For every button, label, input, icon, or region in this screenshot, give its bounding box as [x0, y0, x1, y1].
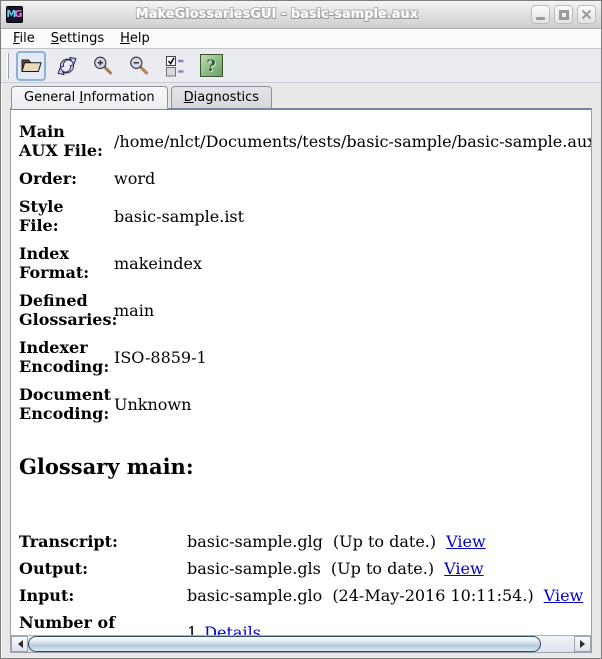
file-name: basic-sample.glg — [187, 532, 323, 551]
file-status: (Up to date.) — [330, 559, 435, 578]
open-file-icon — [21, 59, 42, 72]
field-value: Unknown — [114, 394, 192, 414]
toolbar: ? — [1, 49, 601, 83]
glossary-row-entries: Number of Entries: 1 Details — [19, 613, 585, 635]
field-value: ISO-8859-1 — [114, 347, 207, 367]
field-label: Order: — [19, 169, 78, 188]
titlebar[interactable]: M G MakeGlossariesGUI - basic-sample.aux — [1, 1, 601, 29]
menu-help[interactable]: Help — [114, 30, 156, 47]
toggle-options-icon — [166, 55, 184, 76]
tab-bar: General Information Diagnostics — [1, 83, 601, 109]
field-label: Style File: — [19, 197, 64, 235]
window-controls — [531, 5, 596, 24]
field-label: Indexer Encoding: — [19, 338, 110, 376]
field-label: Number of Entries: — [19, 613, 116, 635]
horizontal-scrollbar — [11, 635, 591, 652]
file-name: basic-sample.gls — [187, 559, 321, 578]
field-label: Output: — [19, 559, 89, 578]
glossary-row-output: Output: basic-sample.gls (Up to date.) V… — [19, 559, 585, 578]
scrollbar-thumb[interactable] — [28, 636, 542, 652]
document-view: Main AUX File: /home/nlct/Documents/test… — [11, 110, 591, 635]
tab-diagnostics[interactable]: Diagnostics — [170, 86, 273, 108]
help-icon: ? — [199, 54, 223, 77]
tab-general-information[interactable]: General Information — [11, 86, 168, 109]
minimize-button[interactable] — [531, 5, 550, 24]
scrollbar-track[interactable] — [28, 636, 574, 652]
close-icon — [582, 10, 591, 19]
field-label: Index Format: — [19, 244, 90, 282]
info-row-index-format: Index Format: makeindex — [19, 244, 585, 282]
info-row-main-aux-file: Main AUX File: /home/nlct/Documents/test… — [19, 122, 591, 160]
app-window: M G MakeGlossariesGUI - basic-sample.aux… — [0, 0, 602, 659]
field-label: Input: — [19, 586, 75, 605]
arrow-left-icon — [14, 640, 23, 648]
scroll-right-button[interactable] — [574, 636, 591, 652]
file-status: (24-May-2016 10:11:54.) — [332, 586, 534, 605]
field-label: Document Encoding: — [19, 385, 112, 423]
maximize-icon — [558, 9, 569, 20]
glossary-heading: Glossary main: — [19, 454, 194, 479]
field-value: main — [114, 300, 155, 320]
zoom-in-button[interactable] — [88, 51, 118, 81]
maximize-button[interactable] — [554, 5, 573, 24]
info-row-order: Order: word — [19, 169, 585, 188]
app-logo-letter-g: G — [14, 8, 22, 20]
menu-file[interactable]: File — [7, 30, 41, 47]
reload-button[interactable] — [52, 51, 82, 81]
field-value: word — [114, 169, 156, 188]
app-logo-letter-m: M — [6, 8, 16, 20]
info-row-document-encoding: Document Encoding: Unknown — [19, 385, 585, 423]
entries-count: 1 — [187, 622, 198, 636]
file-status: (Up to date.) — [332, 532, 437, 551]
scroll-left-button[interactable] — [11, 636, 28, 652]
glossary-row-transcript: Transcript: basic-sample.glg (Up to date… — [19, 532, 585, 551]
view-transcript-link[interactable]: View — [446, 532, 486, 551]
field-value: basic-sample.ist — [114, 206, 245, 226]
zoom-in-icon — [94, 56, 113, 75]
glossary-row-input: Input: basic-sample.glo (24-May-2016 10:… — [19, 586, 585, 605]
zoom-out-icon — [130, 56, 149, 75]
zoom-out-button[interactable] — [124, 51, 154, 81]
field-label: Defined Glossaries: — [19, 291, 118, 329]
view-input-link[interactable]: View — [544, 586, 584, 605]
help-button[interactable]: ? — [196, 51, 226, 81]
open-file-button[interactable] — [16, 50, 46, 81]
field-value: makeindex — [114, 253, 203, 273]
info-row-style-file: Style File: basic-sample.ist — [19, 197, 585, 235]
info-row-indexer-encoding: Indexer Encoding: ISO-8859-1 — [19, 338, 585, 376]
reload-icon — [57, 56, 77, 75]
window-title: MakeGlossariesGUI - basic-sample.aux — [135, 7, 419, 22]
field-label: Transcript: — [19, 532, 118, 551]
menubar: File Settings Help — [1, 29, 601, 49]
view-output-link[interactable]: View — [444, 559, 484, 578]
toggle-options-button[interactable] — [160, 51, 190, 81]
file-name: basic-sample.glo — [187, 586, 323, 605]
toolbar-drag-grip[interactable] — [7, 52, 9, 79]
info-row-defined-glossaries: Defined Glossaries: main — [19, 291, 585, 329]
app-logo-icon: M G — [6, 6, 23, 23]
close-button[interactable] — [577, 5, 596, 24]
arrow-right-icon — [579, 640, 589, 648]
minimize-icon — [536, 17, 545, 20]
details-link[interactable]: Details — [204, 623, 261, 636]
field-label: Main AUX File: — [19, 122, 103, 160]
menu-settings[interactable]: Settings — [45, 30, 110, 47]
general-information-panel: Main AUX File: /home/nlct/Documents/test… — [10, 108, 592, 653]
field-value: /home/nlct/Documents/tests/basic-sample/… — [114, 131, 591, 151]
